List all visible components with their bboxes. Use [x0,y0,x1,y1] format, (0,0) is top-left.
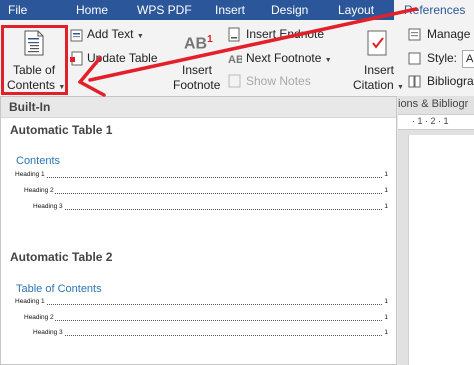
style-icon [408,52,421,65]
table-of-contents-dropdown: Built-In Automatic Table 1 Contents Head… [0,96,397,365]
tab-insert[interactable]: Insert [215,0,245,20]
manage-sources-label: Manage [427,27,471,41]
bibliography-icon [408,75,421,88]
insert-citation-label-line1: Insert [364,63,395,77]
add-text-icon [70,29,83,42]
insert-endnote-button[interactable]: Insert Endnote [228,26,338,44]
svg-text:AB: AB [228,54,242,66]
manage-sources-button[interactable]: Manage [408,26,474,44]
option-title: Automatic Table 2 [10,250,113,264]
chevron-down-icon: ▼ [397,84,404,91]
toc-entry: Heading 11 [15,298,388,305]
show-notes-button[interactable]: Show Notes [228,73,328,91]
built-in-section-header: Built-In [1,97,396,118]
bibliography-label: Bibliogra [427,74,474,88]
style-label: Style: [427,51,458,65]
tab-home[interactable]: Home [76,0,108,20]
next-footnote-icon: AB [228,54,242,66]
chevron-down-icon: ▼ [324,57,332,64]
insert-citation-button[interactable]: Insert Citation ▼ [352,26,404,94]
citations-group-label: ions & Bibliogr [398,98,469,110]
references-ribbon: Table of Contents ▼ Add Text ▼ Update Ta… [0,20,474,96]
tab-wps-pdf[interactable]: WPS PDF [137,0,192,20]
insert-footnote-button[interactable]: AB1 Insert Footnote [170,26,226,94]
add-text-label: Add Text [87,27,134,41]
tab-references[interactable]: References [394,0,474,20]
ribbon-tab-bar: File Home WPS PDF Insert Design Layout R… [0,0,474,20]
update-table-button[interactable]: Update Table [70,50,165,68]
insert-endnote-label: Insert Endnote [246,27,325,41]
document-page[interactable] [408,135,474,365]
tab-layout[interactable]: Layout [338,0,374,20]
horizontal-ruler[interactable]: · 1 · 2 · 1 [398,114,474,130]
show-notes-label: Show Notes [246,74,311,88]
toc-preview-heading: Table of Contents [16,283,102,295]
toc-preview-heading: Contents [16,155,61,167]
bibliography-button[interactable]: Bibliogra [408,73,474,91]
automatic-table-1-option[interactable]: Automatic Table 1 Contents Heading 11 He… [2,119,395,239]
manage-sources-icon [408,28,421,41]
insert-endnote-icon [228,27,240,42]
next-footnote-label: Next Footnote [246,51,322,65]
toc-entry: Heading 21 [24,187,388,194]
insert-citation-label-line2: Citation [353,78,394,92]
update-table-icon [70,51,83,66]
chevron-down-icon: ▼ [136,33,144,40]
toc-entry: Heading 31 [33,329,388,336]
option-title: Automatic Table 1 [10,123,113,137]
next-footnote-button[interactable]: AB Next Footnote ▼ [228,50,343,68]
show-notes-icon [228,74,241,88]
automatic-table-2-option[interactable]: Automatic Table 2 Table of Contents Head… [2,247,395,357]
annotation-highlight-box [1,25,68,95]
toc-entry: Heading 31 [33,203,388,210]
add-text-button[interactable]: Add Text ▼ [70,26,150,44]
style-selector[interactable]: Style: AP [408,50,474,68]
tab-file[interactable]: File [8,0,27,20]
style-dropdown[interactable]: AP [462,50,474,68]
toc-entry: Heading 11 [15,171,388,178]
update-table-label: Update Table [87,51,158,65]
toc-entry: Heading 21 [24,314,388,321]
ruler-marks: · 1 · 2 · 1 [412,116,449,126]
insert-footnote-label-line2: Footnote [173,78,221,92]
footnote-icon: AB1 [184,34,213,53]
insert-footnote-label-line1: Insert [182,63,213,77]
insert-citation-icon [367,30,387,56]
tab-design[interactable]: Design [271,0,308,20]
